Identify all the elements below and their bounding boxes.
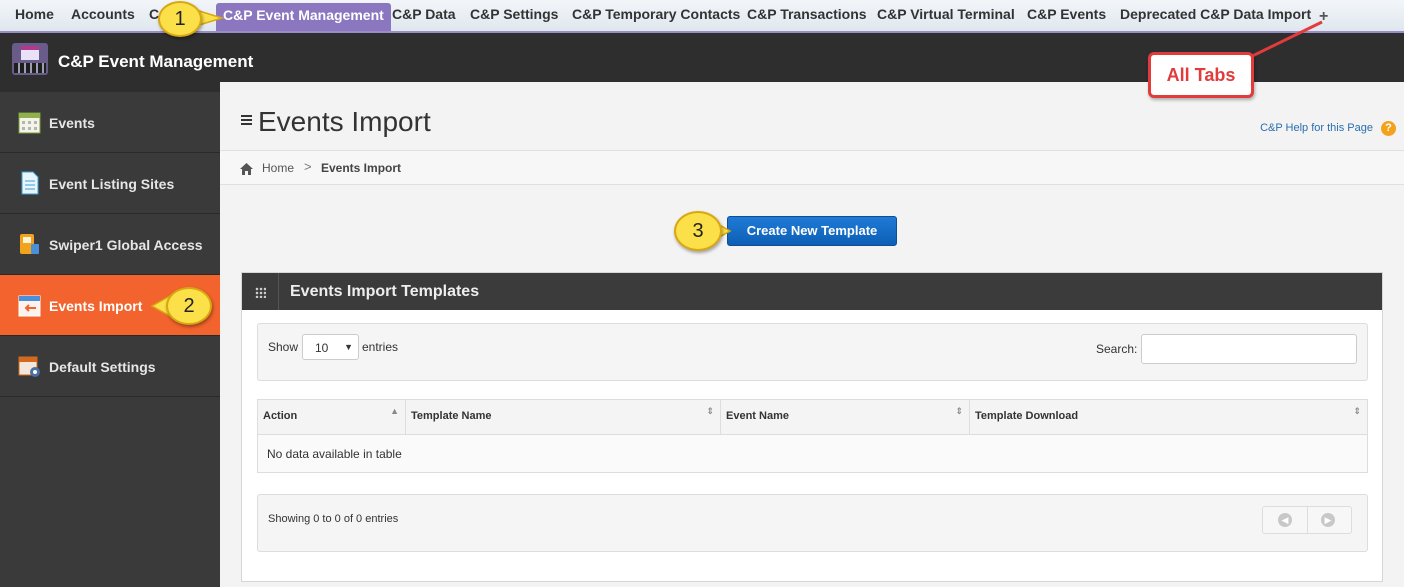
chevron-down-icon: ▼ (344, 342, 353, 352)
tab-cp-events[interactable]: C&P Events (1027, 6, 1106, 22)
empty-table-message: No data available in table (267, 447, 402, 461)
grid-icon (255, 287, 266, 298)
calendar-settings-icon (18, 356, 40, 377)
calendar-import-icon (18, 295, 41, 317)
tab-cp-data[interactable]: C&P Data (392, 6, 456, 22)
tab-home[interactable]: Home (15, 6, 54, 22)
breadcrumb-separator: > (304, 159, 312, 174)
app-title: C&P Event Management (58, 52, 254, 71)
templates-table: Action ▲ Template Name ⇕ Event Name ⇕ Templ… (257, 399, 1368, 473)
sidebar-item-label: Event Listing Sites (49, 176, 175, 192)
entries-per-page-select[interactable]: 10 ▼ (302, 334, 359, 360)
sidebar: Events Event Listing Sites Swiper1 Globa… (0, 92, 220, 587)
column-header-event-name[interactable]: Event Name ⇕ (721, 400, 970, 435)
column-header-action[interactable]: Action ▲ (258, 400, 406, 435)
annotation-callout-1: 1 (158, 1, 202, 37)
breadcrumb: Home > Events Import (220, 150, 1404, 185)
annotation-callout-3: 3 (674, 211, 722, 251)
show-label: Show (268, 340, 299, 354)
tab-cp-transactions[interactable]: C&P Transactions (747, 6, 867, 22)
top-tab-bar: Home Accounts C C&P Event Management C&P… (0, 0, 1404, 33)
tab-cp-event-management[interactable]: C&P Event Management (216, 3, 391, 31)
entries-label: entries (362, 340, 399, 354)
help-link[interactable]: C&P Help for this Page (1260, 122, 1373, 134)
all-tabs-plus-icon[interactable]: + (1319, 8, 1328, 26)
panel-header: Events Import Templates (242, 273, 1382, 310)
list-icon (241, 115, 252, 125)
sort-icon: ⇕ (1353, 406, 1361, 416)
event-management-logo-icon (12, 43, 48, 75)
sort-icon: ⇕ (955, 406, 963, 416)
annotation-callout-2: 2 (166, 287, 212, 325)
sidebar-item-label: Swiper1 Global Access (49, 237, 203, 253)
search-input[interactable] (1141, 334, 1357, 364)
document-icon (21, 171, 39, 195)
main-content: Events Import C&P Help for this Page ? H… (220, 82, 1404, 587)
events-import-templates-panel: Events Import Templates Show 10 ▼ entrie… (241, 272, 1383, 582)
tab-cp-virtual-terminal[interactable]: C&P Virtual Terminal (877, 6, 1015, 22)
search-label: Search: (1096, 342, 1138, 356)
table-info: Showing 0 to 0 of 0 entries (268, 513, 399, 525)
page-title: Events Import (258, 106, 431, 137)
create-new-template-button[interactable]: Create New Template (727, 216, 897, 246)
breadcrumb-home-link[interactable]: Home (262, 161, 294, 175)
calendar-icon (18, 112, 41, 134)
sidebar-item-default-settings[interactable]: Default Settings (0, 336, 220, 397)
tab-cp-temporary-contacts[interactable]: C&P Temporary Contacts (572, 6, 740, 22)
table-footer: Showing 0 to 0 of 0 entries ◀ ▶ (257, 494, 1368, 552)
sidebar-item-label: Events Import (49, 298, 143, 314)
pagination: ◀ ▶ (1262, 506, 1352, 534)
column-header-template-download[interactable]: Template Download ⇕ (970, 400, 1367, 435)
tab-deprecated-cp-data-import[interactable]: Deprecated C&P Data Import (1120, 6, 1311, 22)
tab-accounts[interactable]: Accounts (71, 6, 135, 22)
help-icon[interactable]: ? (1381, 121, 1396, 136)
card-reader-icon (20, 234, 39, 254)
breadcrumb-current: Events Import (321, 161, 402, 175)
table-toolbar: Show 10 ▼ entries Search: (257, 323, 1368, 381)
sidebar-item-event-listing-sites[interactable]: Event Listing Sites (0, 153, 220, 214)
sort-asc-icon: ▲ (390, 406, 399, 416)
home-icon[interactable] (240, 163, 253, 175)
sidebar-item-label: Default Settings (49, 359, 156, 375)
sidebar-item-swiper1-global-access[interactable]: Swiper1 Global Access (0, 214, 220, 275)
column-header-template-name[interactable]: Template Name ⇕ (406, 400, 721, 435)
tab-cp-settings[interactable]: C&P Settings (470, 6, 558, 22)
sidebar-item-events[interactable]: Events (0, 92, 220, 153)
sidebar-item-label: Events (49, 115, 95, 131)
panel-title: Events Import Templates (290, 283, 480, 300)
previous-page-icon[interactable]: ◀ (1278, 513, 1292, 527)
annotation-all-tabs: All Tabs (1148, 52, 1254, 98)
sort-icon: ⇕ (706, 406, 714, 416)
next-page-icon[interactable]: ▶ (1321, 513, 1335, 527)
